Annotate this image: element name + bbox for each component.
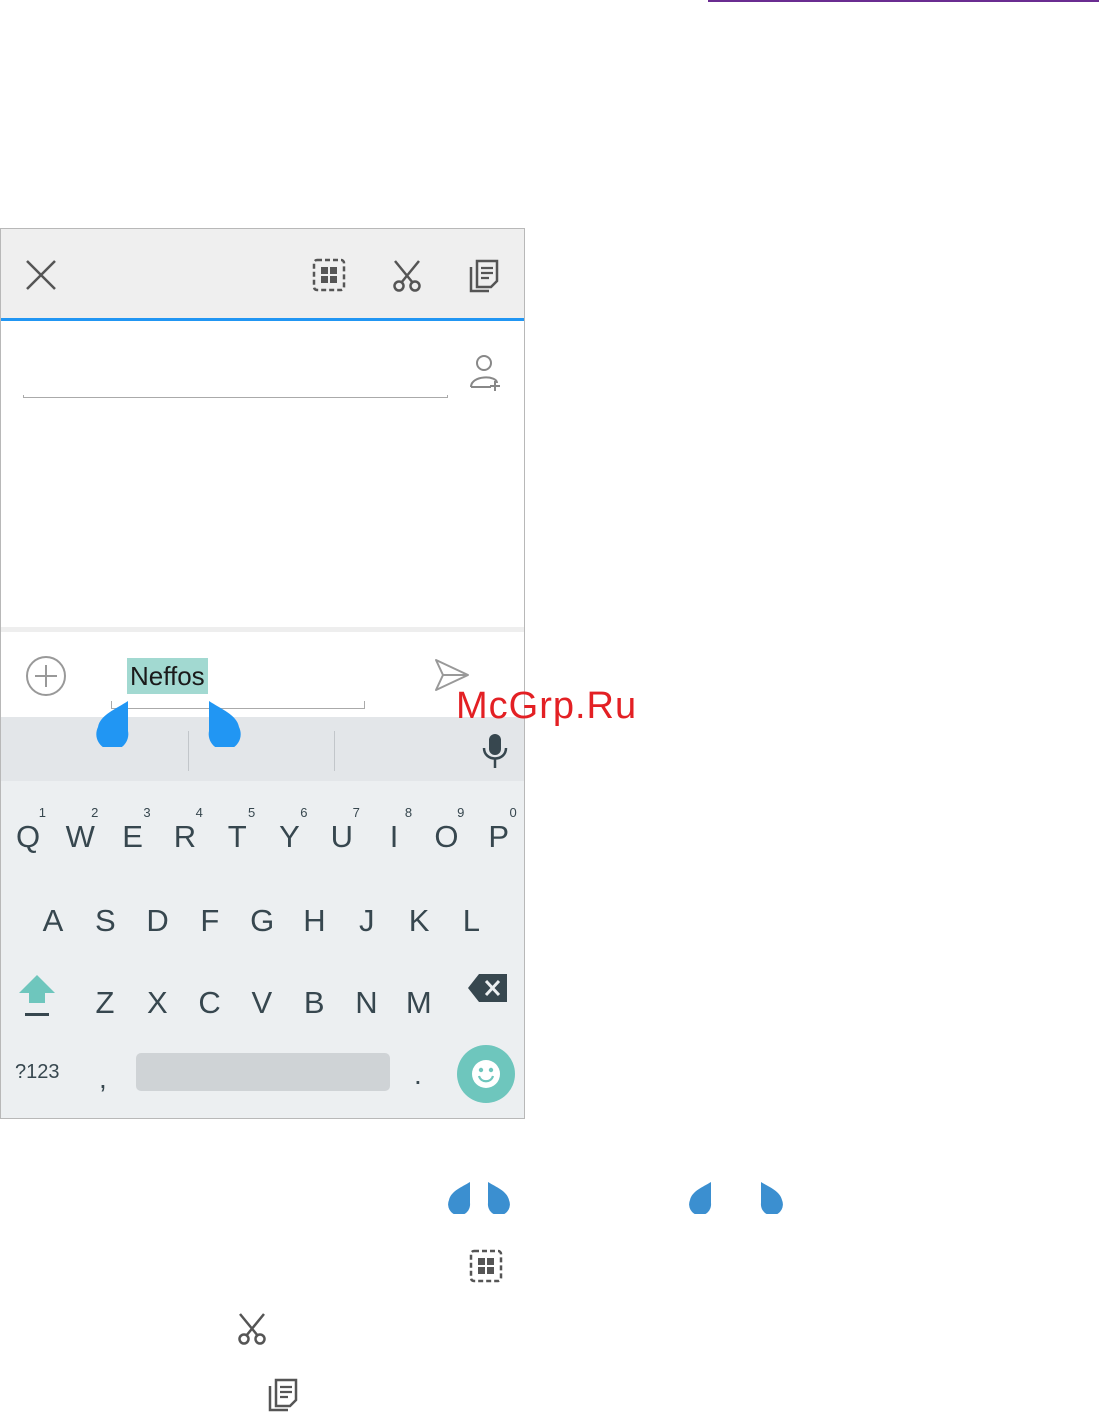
backspace-icon[interactable] <box>467 973 509 1003</box>
start-handle-icon <box>448 1182 471 1214</box>
select-all-icon[interactable] <box>311 257 347 293</box>
copy-icon[interactable] <box>467 257 503 293</box>
add-contact-icon[interactable] <box>467 353 505 391</box>
watermark-text: McGrp.Ru <box>456 685 638 727</box>
key-t[interactable]: 5T <box>211 797 263 867</box>
key-label: O <box>434 819 459 854</box>
key-label: H <box>303 903 326 938</box>
key-hint: 3 <box>143 805 151 820</box>
key-s[interactable]: S <box>79 881 131 951</box>
microphone-icon[interactable] <box>481 733 509 769</box>
key-label: L <box>462 903 481 938</box>
key-hint: 2 <box>91 805 99 820</box>
key-a[interactable]: A <box>27 881 79 951</box>
start-handle-icon <box>689 1182 712 1214</box>
comma-key[interactable]: , <box>99 1063 107 1095</box>
attach-plus-icon[interactable] <box>25 655 67 697</box>
emoji-key-icon[interactable] <box>457 1045 515 1103</box>
key-q[interactable]: 1Q <box>2 797 54 867</box>
selection-start-handle[interactable] <box>96 701 130 747</box>
key-label: X <box>146 985 168 1020</box>
key-label: Q <box>15 819 41 854</box>
close-icon[interactable] <box>23 257 59 293</box>
key-d[interactable]: D <box>132 881 184 951</box>
key-hint: 1 <box>38 805 46 820</box>
key-label: R <box>173 819 197 854</box>
selection-toolbar <box>1 229 524 318</box>
key-j[interactable]: J <box>341 881 393 951</box>
phone-screenshot: Neffos 1Q2W3E4R5T6Y7U8I9O0P ASDFGHJKL ZX… <box>0 228 525 1119</box>
space-bar[interactable] <box>136 1053 390 1091</box>
suggestion-divider <box>188 731 189 771</box>
shift-icon[interactable] <box>15 969 59 1021</box>
key-f[interactable]: F <box>184 881 236 951</box>
key-label: B <box>303 985 325 1020</box>
period-key[interactable]: . <box>414 1059 422 1091</box>
key-label: A <box>42 903 64 938</box>
scissors-icon[interactable] <box>389 257 425 293</box>
key-label: Y <box>279 819 300 854</box>
key-e[interactable]: 3E <box>107 797 159 867</box>
key-x[interactable]: X <box>131 963 183 1033</box>
key-label: K <box>408 903 430 938</box>
key-p[interactable]: 0P <box>473 797 524 867</box>
scissors-icon <box>238 1313 266 1345</box>
selected-message-text[interactable]: Neffos <box>127 658 208 694</box>
key-label: W <box>65 819 95 854</box>
key-n[interactable]: N <box>341 963 393 1033</box>
key-label: J <box>359 903 375 938</box>
key-label: P <box>488 819 510 854</box>
key-label: Z <box>95 985 115 1020</box>
recipient-input[interactable] <box>23 395 448 398</box>
suggestion-strip <box>1 717 524 781</box>
key-label: E <box>122 819 143 854</box>
key-label: C <box>198 985 221 1020</box>
key-label: T <box>227 819 247 854</box>
key-label: G <box>250 903 275 938</box>
key-hint: 4 <box>195 805 203 820</box>
key-o[interactable]: 9O <box>420 797 472 867</box>
key-label: U <box>330 819 353 854</box>
key-m[interactable]: M <box>393 963 445 1033</box>
key-g[interactable]: G <box>236 881 288 951</box>
key-h[interactable]: H <box>289 881 341 951</box>
key-b[interactable]: B <box>288 963 340 1033</box>
end-handle-icon <box>487 1182 510 1214</box>
key-label: M <box>405 985 432 1020</box>
key-label: V <box>251 985 273 1020</box>
copy-icon <box>268 1378 298 1412</box>
key-label: S <box>94 903 116 938</box>
key-l[interactable]: L <box>445 881 497 951</box>
page-top-rule <box>708 0 1099 2</box>
key-label: I <box>389 819 399 854</box>
key-hint: 7 <box>352 805 360 820</box>
key-y[interactable]: 6Y <box>264 797 316 867</box>
key-r[interactable]: 4R <box>159 797 211 867</box>
key-hint: 6 <box>300 805 308 820</box>
end-handle-icon <box>760 1182 783 1214</box>
symbols-key[interactable]: ?123 <box>15 1061 60 1084</box>
key-label: D <box>146 903 169 938</box>
key-w[interactable]: 2W <box>54 797 106 867</box>
key-v[interactable]: V <box>236 963 288 1033</box>
key-u[interactable]: 7U <box>316 797 368 867</box>
key-hint: 0 <box>509 805 517 820</box>
key-label: N <box>355 985 378 1020</box>
key-hint: 9 <box>457 805 465 820</box>
key-hint: 5 <box>247 805 256 820</box>
key-k[interactable]: K <box>393 881 445 951</box>
compose-separator <box>1 627 524 632</box>
key-z[interactable]: Z <box>79 963 131 1033</box>
selection-end-handle[interactable] <box>207 701 241 747</box>
select-all-icon <box>469 1249 503 1283</box>
key-hint: 8 <box>404 805 413 820</box>
toolbar-accent-line <box>1 318 524 321</box>
suggestion-divider <box>334 731 335 771</box>
key-i[interactable]: 8I <box>368 797 420 867</box>
key-label: F <box>200 903 220 938</box>
key-c[interactable]: C <box>184 963 236 1033</box>
